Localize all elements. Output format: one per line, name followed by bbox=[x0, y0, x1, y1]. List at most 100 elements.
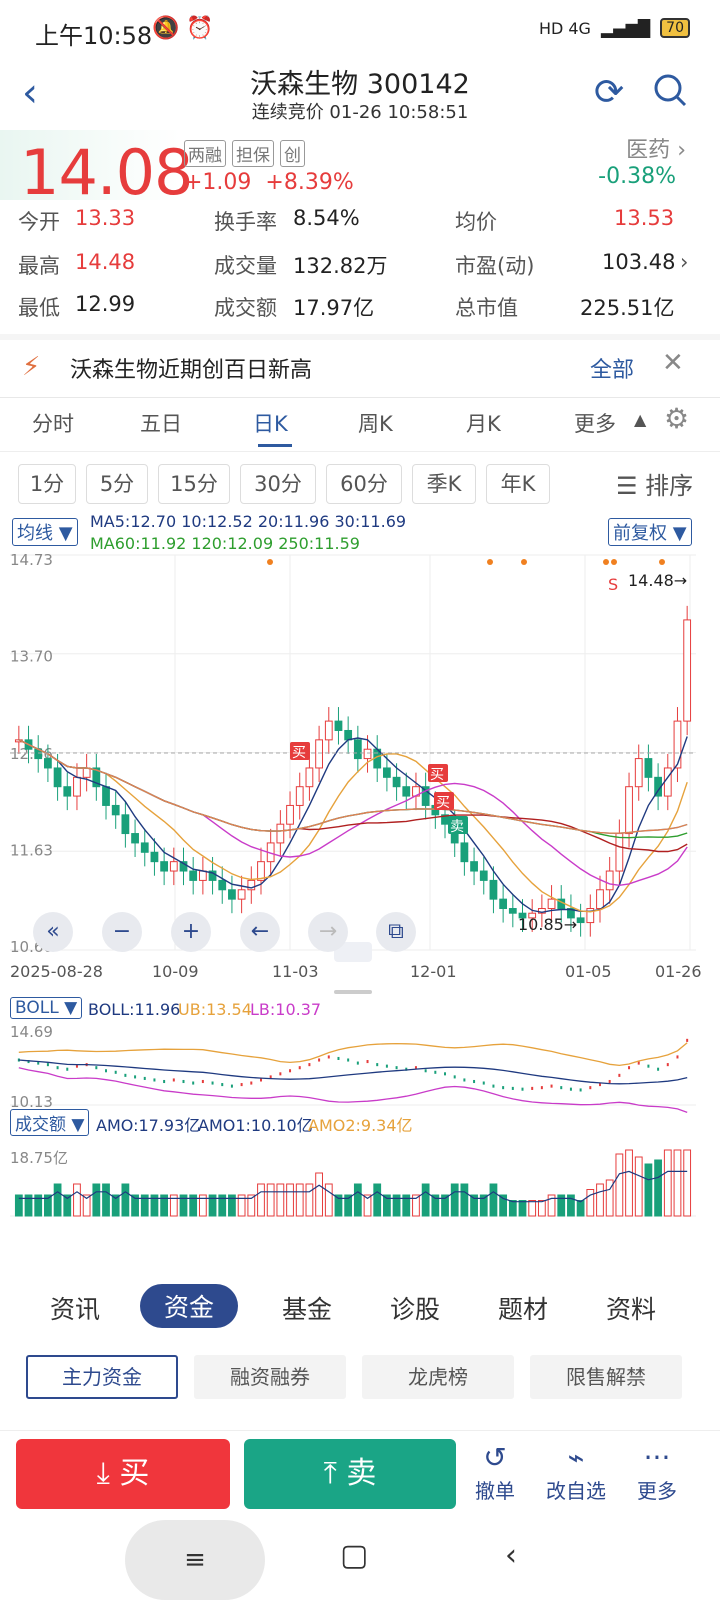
tag-margin[interactable]: 两融 bbox=[184, 140, 226, 167]
sort-button[interactable]: ☰ 排序 bbox=[616, 466, 693, 501]
btn-30min[interactable]: 30分 bbox=[240, 464, 316, 504]
amount-bar bbox=[528, 1200, 537, 1217]
avg-label: 均价 bbox=[455, 210, 497, 234]
subtab-dragon-tiger[interactable]: 龙虎榜 bbox=[362, 1355, 514, 1399]
btn-year-k[interactable]: 年K bbox=[486, 464, 550, 504]
status-right: HD 4G ▂▄▆█ 70 bbox=[539, 18, 690, 38]
sector-name[interactable]: 医药 › bbox=[626, 132, 686, 164]
candle bbox=[324, 720, 333, 741]
menu-icon: ☰ bbox=[616, 472, 638, 500]
btn-quarter-k[interactable]: 季K bbox=[412, 464, 476, 504]
candle bbox=[508, 908, 517, 914]
stock-tags: 两融 担保 创 bbox=[184, 140, 305, 167]
btn-1min[interactable]: 1分 bbox=[18, 464, 76, 504]
x-tick-label: 01-05 bbox=[565, 962, 612, 981]
search-icon[interactable] bbox=[652, 72, 688, 117]
caret-up-icon[interactable]: ▲ bbox=[634, 410, 646, 429]
amount-y-tick: 18.75亿 bbox=[10, 1149, 68, 1167]
amount-bar bbox=[450, 1183, 459, 1217]
btn-15min[interactable]: 15分 bbox=[158, 464, 230, 504]
current-price: 14.08 bbox=[20, 136, 193, 209]
home-icon[interactable]: ▢ bbox=[340, 1538, 368, 1573]
subtab-lockup[interactable]: 限售解禁 bbox=[530, 1355, 682, 1399]
buy-button[interactable]: ⤓ 买 bbox=[16, 1439, 230, 1509]
chart-edit-icon: ⌁ bbox=[567, 1441, 585, 1474]
amount-bar bbox=[654, 1159, 662, 1217]
rewind-icon[interactable]: « bbox=[33, 912, 73, 952]
zoom-out-icon[interactable]: − bbox=[102, 912, 142, 952]
sell-button[interactable]: ⤒ 卖 bbox=[244, 1439, 456, 1509]
change-amount: +1.09 bbox=[184, 170, 252, 195]
tag-collateral[interactable]: 担保 bbox=[232, 140, 274, 167]
tab-daily-k[interactable]: 日K bbox=[253, 408, 288, 438]
ma-indicator-select[interactable]: 均线 ▼ bbox=[12, 518, 78, 546]
menu-icon[interactable]: ≡ bbox=[125, 1520, 265, 1600]
candle bbox=[102, 786, 110, 806]
candle bbox=[605, 870, 614, 891]
amount-bar bbox=[53, 1183, 62, 1217]
candle bbox=[53, 767, 62, 788]
open-value: 13.33 bbox=[75, 206, 136, 230]
event-dot bbox=[611, 559, 617, 565]
tab-fund[interactable]: 基金 bbox=[282, 1290, 332, 1326]
arrow-right-icon[interactable]: → bbox=[308, 912, 348, 952]
refresh-icon[interactable]: ⟳ bbox=[594, 72, 624, 113]
status-time: 上午10:58 bbox=[35, 22, 153, 50]
amount-label: 成交额 bbox=[214, 296, 277, 320]
subtab-main-funds[interactable]: 主力资金 bbox=[26, 1355, 178, 1399]
tab-theme[interactable]: 题材 bbox=[498, 1290, 548, 1326]
more-button[interactable]: ··· 更多 bbox=[622, 1441, 692, 1504]
buy-marker: 买 bbox=[292, 745, 306, 761]
alert-all-link[interactable]: 全部 bbox=[590, 352, 634, 384]
tab-news[interactable]: 资讯 bbox=[50, 1290, 100, 1326]
mcap-label: 总市值 bbox=[455, 296, 518, 320]
arrow-left-icon[interactable]: ← bbox=[240, 912, 280, 952]
boll-mid-line bbox=[18, 1059, 688, 1085]
x-tick-label: 11-03 bbox=[272, 962, 319, 981]
event-dot bbox=[487, 559, 493, 565]
boll-select[interactable]: BOLL ▼ bbox=[10, 997, 83, 1019]
watchlist-button[interactable]: ⌁ 改自选 bbox=[541, 1441, 611, 1504]
period-tabs: 分时 五日 日K 周K 月K 更多 ▲ ⚙ bbox=[0, 400, 720, 452]
tag-chinext[interactable]: 创 bbox=[280, 140, 305, 167]
news-alert[interactable]: ⚡ 沃森生物近期创百日新高 全部 ✕ bbox=[0, 340, 720, 396]
amount-bar bbox=[489, 1183, 498, 1217]
candle bbox=[353, 739, 362, 760]
amount-bar bbox=[663, 1149, 672, 1217]
tab-monthly-k[interactable]: 月K bbox=[466, 408, 501, 438]
tab-diagnosis[interactable]: 诊股 bbox=[390, 1290, 440, 1326]
kline-chart[interactable]: 14.73 13.70 12.66 11.63 10.60 2025-08-28 10-09… bbox=[0, 510, 720, 1240]
tab-weekly-k[interactable]: 周K bbox=[358, 408, 393, 438]
subtab-margin[interactable]: 融资融券 bbox=[194, 1355, 346, 1399]
chevron-right-icon: › bbox=[677, 138, 686, 163]
candle bbox=[63, 786, 72, 797]
tab-intraday[interactable]: 分时 bbox=[32, 408, 74, 438]
amount-bar bbox=[673, 1149, 682, 1217]
amount-bar bbox=[73, 1183, 81, 1217]
withdraw-button[interactable]: ↺ 撤单 bbox=[460, 1441, 530, 1504]
volume-value: 132.82万 bbox=[293, 254, 388, 278]
chevron-right-icon[interactable]: › bbox=[680, 250, 688, 274]
tab-more[interactable]: 更多 bbox=[574, 408, 616, 438]
tab-funds[interactable]: 资金 bbox=[140, 1284, 239, 1328]
amount-bar bbox=[353, 1183, 362, 1217]
signal-icon: ▂▄▆█ bbox=[600, 18, 651, 38]
gear-icon[interactable]: ⚙ bbox=[664, 402, 689, 435]
btn-60min[interactable]: 60分 bbox=[326, 464, 402, 504]
x-tick-label: 01-26 bbox=[655, 962, 702, 981]
high-annotation: 14.48→ bbox=[628, 571, 687, 590]
adjust-select[interactable]: 前复权 ▼ bbox=[608, 518, 692, 546]
tab-5day[interactable]: 五日 bbox=[140, 408, 182, 438]
tab-profile[interactable]: 资料 bbox=[606, 1290, 656, 1326]
amount-select[interactable]: 成交额 ▼ bbox=[10, 1109, 90, 1136]
pe-label: 市盈(动) bbox=[455, 254, 535, 278]
candle bbox=[383, 767, 391, 778]
close-icon[interactable]: ✕ bbox=[662, 348, 684, 378]
candle bbox=[499, 898, 508, 910]
event-dot bbox=[521, 559, 527, 565]
zoom-in-icon[interactable]: + bbox=[171, 912, 211, 952]
amount-bar bbox=[102, 1183, 110, 1217]
back-nav-icon[interactable]: ‹ bbox=[505, 1538, 517, 1573]
rotate-icon[interactable]: ⧉ bbox=[376, 912, 416, 952]
btn-5min[interactable]: 5分 bbox=[86, 464, 148, 504]
